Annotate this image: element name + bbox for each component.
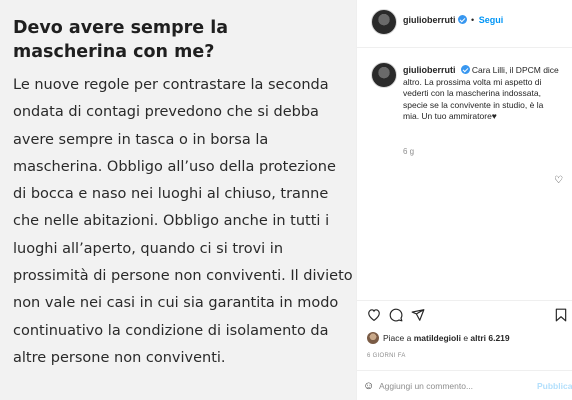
verified-badge-icon — [457, 15, 467, 24]
caption: giulioberruti Cara Lilli, il DPCM dice a… — [403, 65, 561, 123]
liker-avatar — [367, 332, 379, 344]
separator-dot: • — [471, 15, 475, 25]
action-bar — [357, 300, 572, 330]
post-side-panel: giulioberruti • Segui giulioberruti Cara… — [356, 0, 572, 400]
caption-avatar[interactable] — [371, 62, 397, 88]
comment-icon[interactable] — [389, 308, 403, 325]
emoji-icon[interactable]: ☺ — [363, 380, 374, 392]
header-user-line: giulioberruti • Segui — [403, 15, 503, 25]
post-date[interactable]: 6 GIORNI FA — [367, 353, 406, 359]
heart-icon[interactable] — [367, 308, 381, 324]
image-title: Devo avere sempre la mascherina con me? — [13, 18, 229, 62]
likes-summary[interactable]: Piace a matildegioli e altri 6.219 — [367, 332, 510, 344]
likes-user[interactable]: matildegioli — [414, 333, 461, 343]
comment-input[interactable] — [379, 379, 519, 393]
caption-username[interactable]: giulioberruti — [403, 65, 456, 75]
header-username[interactable]: giulioberruti — [403, 15, 456, 25]
likes-middle: e — [460, 333, 471, 343]
caption-like-heart-icon[interactable]: ♡ — [554, 175, 563, 186]
likes-prefix: Piace a — [383, 333, 414, 343]
post-image: Devo avere sempre la mascherina con me? … — [0, 0, 356, 400]
verified-badge-icon — [460, 65, 470, 74]
avatar[interactable] — [371, 9, 397, 35]
follow-button[interactable]: Segui — [479, 15, 504, 25]
bookmark-icon[interactable] — [555, 308, 567, 325]
publish-button[interactable]: Pubblica — [537, 381, 572, 391]
share-icon[interactable] — [411, 308, 425, 325]
post-header: giulioberruti • Segui — [357, 0, 572, 48]
add-comment-bar: ☺ Pubblica — [357, 370, 572, 400]
likes-others[interactable]: altri 6.219 — [470, 333, 509, 343]
image-body-text: Le nuove regole per contrastare la secon… — [13, 77, 353, 366]
caption-time[interactable]: 6 g — [403, 147, 414, 156]
